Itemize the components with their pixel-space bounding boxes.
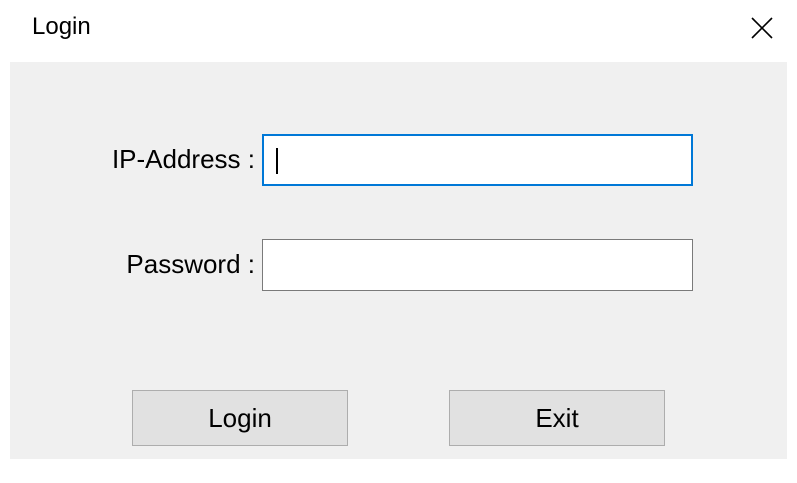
- password-input[interactable]: [262, 239, 693, 291]
- login-button[interactable]: Login: [132, 390, 348, 446]
- ip-address-input[interactable]: [262, 134, 693, 186]
- dialog-client-area: IP-Address : Password : Login Exit: [10, 62, 787, 459]
- text-caret: [276, 148, 278, 174]
- title-bar: Login: [0, 0, 797, 62]
- ip-address-label: IP-Address :: [111, 144, 255, 174]
- exit-button[interactable]: Exit: [449, 390, 665, 446]
- password-label: Password :: [126, 249, 255, 279]
- login-window: Login IP-Address : Password : Login Exit: [0, 0, 797, 483]
- close-icon: [751, 17, 773, 39]
- window-title: Login: [32, 13, 91, 40]
- close-button[interactable]: [727, 0, 797, 56]
